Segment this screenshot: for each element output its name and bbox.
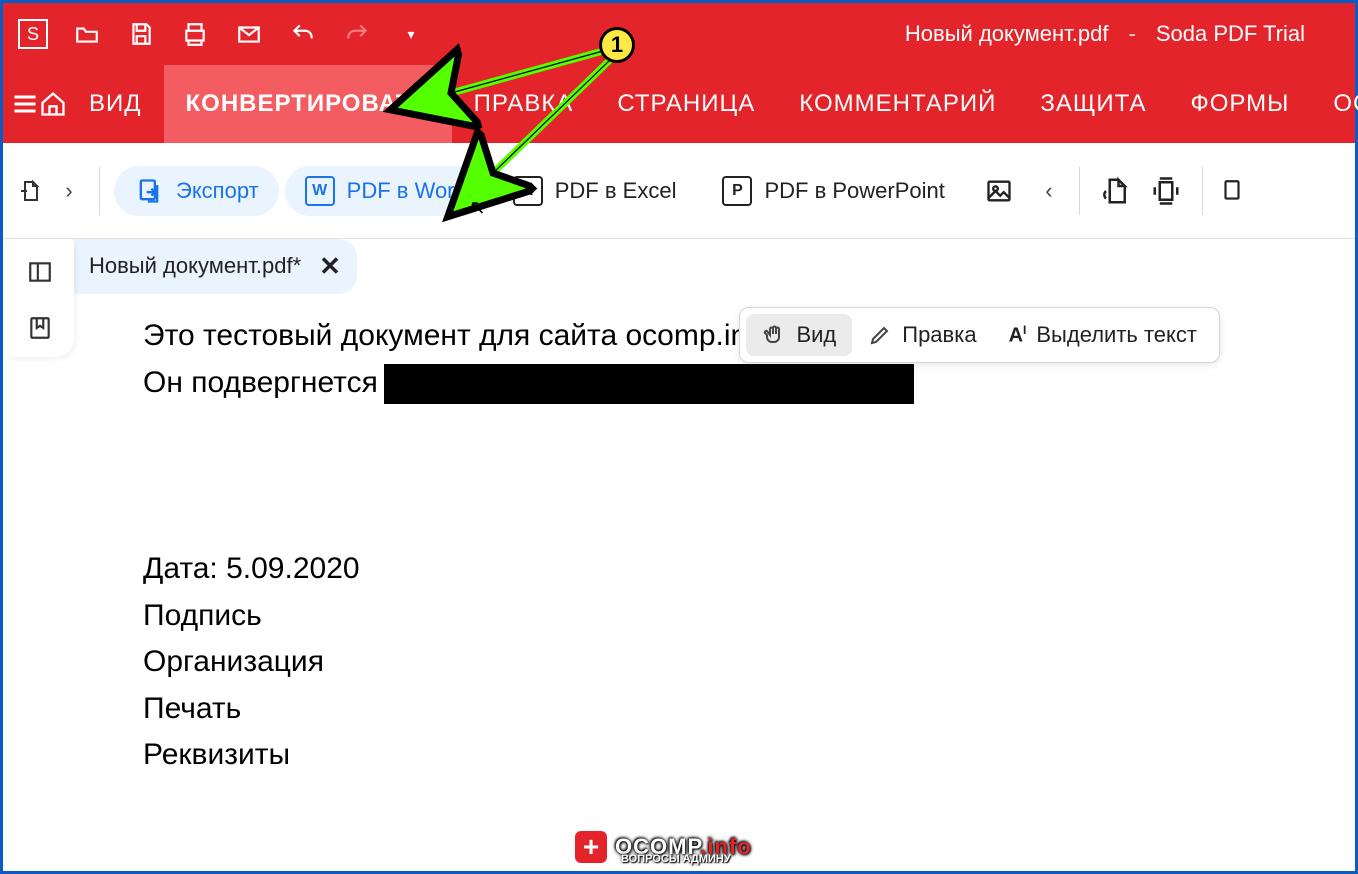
- image-icon: [985, 177, 1013, 205]
- hamburger-menu-icon[interactable]: [11, 80, 39, 128]
- watermark-plus-icon: +: [573, 829, 609, 865]
- tab-label: OCR: [1333, 90, 1358, 118]
- pdf-to-excel-button[interactable]: X PDF в Excel: [493, 166, 697, 216]
- ribbon-file-icon[interactable]: [15, 175, 47, 207]
- tab-label: КОММЕНТАРИЙ: [799, 90, 996, 118]
- bookmark-icon[interactable]: [25, 313, 55, 343]
- watermark-subtitle: ВОПРОСЫ АДМИНУ: [621, 853, 731, 865]
- floating-toolbar: Вид Правка AI Выделить текст: [739, 307, 1220, 363]
- tab-edit[interactable]: ПРАВКА: [452, 65, 596, 143]
- pdf-to-word-button[interactable]: W PDF в Word: [285, 166, 487, 216]
- undo-icon[interactable]: [283, 14, 323, 54]
- tab-label: ФОРМЫ: [1190, 90, 1289, 118]
- tab-forms[interactable]: ФОРМЫ: [1168, 65, 1311, 143]
- mouse-cursor-icon: ↖: [469, 195, 486, 220]
- tab-label: ЗАЩИТА: [1040, 90, 1146, 118]
- pdf-to-ppt-label: PDF в PowerPoint: [764, 178, 944, 204]
- save-icon[interactable]: [121, 14, 161, 54]
- ribbon-tool-3-icon[interactable]: [1217, 175, 1247, 207]
- document-tab-row: Новый документ.pdf* ✕: [3, 239, 1355, 293]
- text-select-icon: AI: [1009, 323, 1027, 348]
- document-tab[interactable]: Новый документ.pdf* ✕: [73, 239, 357, 294]
- doc-stamp: Печать: [143, 686, 1355, 733]
- mode-view-label: Вид: [796, 322, 836, 348]
- pdf-to-ppt-button[interactable]: P PDF в PowerPoint: [702, 166, 964, 216]
- main-tabs: ВИД КОНВЕРТИРОВАТЬ ПРАВКА СТРАНИЦА КОММЕ…: [3, 65, 1355, 143]
- pdf-to-image-button[interactable]: [971, 167, 1027, 215]
- pencil-icon: [868, 323, 892, 347]
- dropdown-icon[interactable]: ▾: [391, 14, 431, 54]
- ribbon-toolbar: › Экспорт W PDF в Word X PDF в Excel P P…: [3, 143, 1355, 239]
- watermark: + OCOMP.info ВОПРОСЫ АДМИНУ: [573, 829, 752, 865]
- doc-details: Реквизиты: [143, 732, 1355, 779]
- tab-protect[interactable]: ЗАЩИТА: [1018, 65, 1168, 143]
- annotation-step-number: 1: [611, 32, 623, 58]
- divider: [99, 167, 100, 215]
- mode-select-text-button[interactable]: AI Выделить текст: [993, 314, 1213, 356]
- export-button[interactable]: Экспорт: [114, 166, 279, 216]
- export-icon: [134, 176, 164, 206]
- title-separator: -: [1129, 21, 1136, 47]
- pdf-to-excel-label: PDF в Excel: [555, 178, 677, 204]
- excel-icon: X: [513, 176, 543, 206]
- home-icon[interactable]: [39, 80, 67, 128]
- doc-date: Дата: 5.09.2020: [143, 546, 1355, 593]
- mode-edit-button[interactable]: Правка: [852, 314, 992, 356]
- doc-signature: Подпись: [143, 593, 1355, 640]
- tab-label: КОНВЕРТИРОВАТЬ: [186, 90, 430, 118]
- mode-view-button[interactable]: Вид: [746, 314, 852, 356]
- tab-comment[interactable]: КОММЕНТАРИЙ: [777, 65, 1018, 143]
- redo-icon[interactable]: [337, 14, 377, 54]
- document-title: Новый документ.pdf: [905, 21, 1109, 47]
- print-icon[interactable]: [175, 14, 215, 54]
- tab-convert[interactable]: КОНВЕРТИРОВАТЬ: [164, 65, 452, 143]
- tab-page[interactable]: СТРАНИЦА: [595, 65, 777, 143]
- document-tab-label: Новый документ.pdf*: [89, 253, 301, 279]
- left-mini-sidebar: [6, 243, 74, 357]
- ribbon-tool-1-icon[interactable]: [1094, 175, 1138, 207]
- ribbon-nav-right-icon[interactable]: ›: [53, 175, 85, 207]
- product-name: Soda PDF Trial: [1156, 21, 1305, 47]
- mode-select-label: Выделить текст: [1036, 322, 1197, 348]
- redacted-block: [384, 364, 914, 404]
- tab-label: ПРАВКА: [474, 90, 574, 118]
- annotation-step-marker: 1: [599, 27, 635, 63]
- email-icon[interactable]: [229, 14, 269, 54]
- ribbon-scroll-left-icon[interactable]: ‹: [1033, 175, 1065, 207]
- quick-access-toolbar: S ▾ Новый документ.pdf - Soda PDF Trial: [3, 3, 1355, 65]
- ppt-icon: P: [722, 176, 752, 206]
- tab-ocr[interactable]: OCR: [1311, 65, 1358, 143]
- mode-edit-label: Правка: [902, 322, 976, 348]
- ribbon-tool-2-icon[interactable]: [1144, 175, 1188, 207]
- doc-org: Организация: [143, 639, 1355, 686]
- tab-view[interactable]: ВИД: [67, 65, 164, 143]
- panel-toggle-icon[interactable]: [25, 257, 55, 287]
- hand-icon: [762, 323, 786, 347]
- tab-label: ВИД: [89, 90, 142, 118]
- export-label: Экспорт: [176, 178, 259, 204]
- divider: [1079, 167, 1080, 215]
- pdf-to-word-label: PDF в Word: [347, 178, 467, 204]
- tab-label: СТРАНИЦА: [617, 90, 755, 118]
- title-bar: Новый документ.pdf - Soda PDF Trial: [905, 21, 1345, 47]
- doc-line-2-prefix: Он подвергнется: [143, 366, 378, 399]
- close-tab-icon[interactable]: ✕: [319, 251, 341, 282]
- word-icon: W: [305, 176, 335, 206]
- document-content: Это тестовый документ для сайта ocomp.in…: [3, 293, 1355, 779]
- app-logo[interactable]: S: [13, 14, 53, 54]
- doc-line-2: Он подвергнется: [143, 360, 1355, 407]
- open-icon[interactable]: [67, 14, 107, 54]
- divider: [1202, 167, 1203, 215]
